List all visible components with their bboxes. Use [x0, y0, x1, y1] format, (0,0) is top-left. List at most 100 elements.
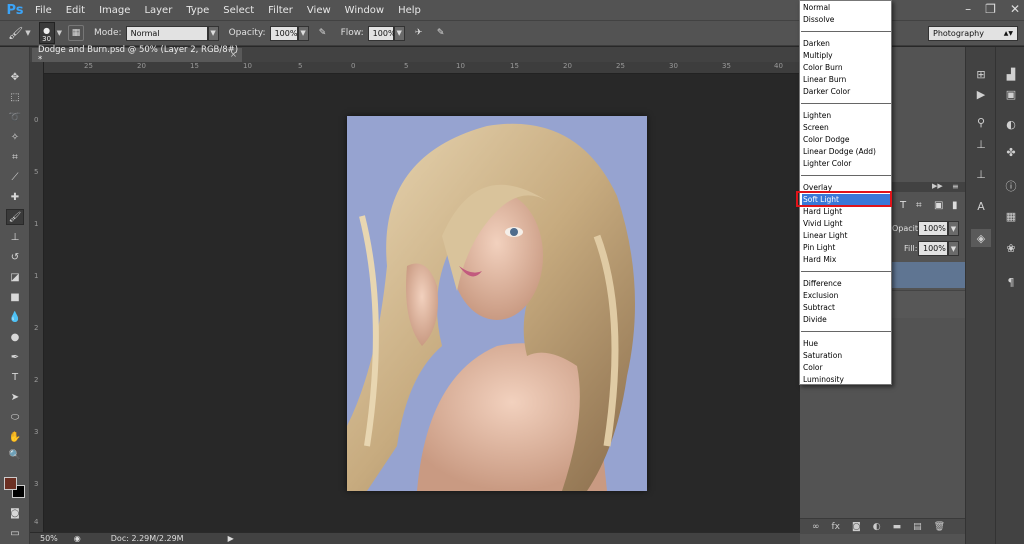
- brush-presets-icon[interactable]: ⚲: [971, 113, 991, 131]
- blend-mode-option[interactable]: Linear Dodge (Add): [802, 146, 890, 158]
- blend-mode-option[interactable]: Normal: [802, 2, 890, 14]
- blend-mode-option[interactable]: Hue: [802, 338, 890, 350]
- blend-mode-option[interactable]: Lighten: [802, 110, 890, 122]
- hand-tool-icon[interactable]: ✋: [6, 429, 24, 445]
- brush-panel-toggle-icon[interactable]: ▦: [68, 25, 85, 41]
- status-share-icon[interactable]: ◉: [74, 534, 81, 543]
- menu-layer[interactable]: Layer: [137, 5, 179, 16]
- menu-window[interactable]: Window: [338, 5, 391, 16]
- quick-select-tool-icon[interactable]: ✧: [6, 129, 24, 145]
- mode-select[interactable]: Normal: [125, 25, 208, 41]
- document-tab-close-icon[interactable]: ×: [230, 50, 237, 60]
- filter-smart-object-icon[interactable]: ▣: [934, 200, 943, 211]
- marquee-tool-icon[interactable]: ⬚: [6, 89, 24, 105]
- blend-mode-option[interactable]: Darken: [802, 38, 890, 50]
- menu-select[interactable]: Select: [216, 5, 261, 16]
- eraser-tool-icon[interactable]: ◪: [6, 269, 24, 285]
- blend-mode-option[interactable]: Lighter Color: [802, 158, 890, 170]
- type-tool-icon[interactable]: T: [6, 369, 24, 385]
- gradient-tool-icon[interactable]: ■: [6, 289, 24, 305]
- clone-stamp-tool-icon[interactable]: ⊥: [6, 229, 24, 245]
- character-panel-icon[interactable]: A: [971, 197, 991, 215]
- menu-view[interactable]: View: [300, 5, 338, 16]
- layer-opacity-arrow-icon[interactable]: ▼: [948, 221, 959, 236]
- workspace-switcher[interactable]: Photography ▲▼: [928, 26, 1018, 41]
- blur-tool-icon[interactable]: 💧: [6, 309, 24, 325]
- tool-presets-icon[interactable]: ⊥: [971, 165, 991, 183]
- menu-type[interactable]: Type: [179, 5, 216, 16]
- blend-mode-option[interactable]: Saturation: [802, 350, 890, 362]
- zoom-level[interactable]: 50%: [40, 534, 58, 543]
- shape-tool-icon[interactable]: ⬭: [6, 409, 24, 425]
- layer-fill-field[interactable]: 100%: [918, 241, 948, 256]
- lasso-tool-icon[interactable]: ➰: [6, 109, 24, 125]
- filter-toggle-icon[interactable]: ▮: [952, 200, 958, 211]
- color-panel-icon[interactable]: ◐: [1001, 115, 1021, 133]
- histogram-panel-icon[interactable]: ▟: [1001, 65, 1021, 83]
- blend-mode-option[interactable]: Linear Burn: [802, 74, 890, 86]
- panel-collapse-icon[interactable]: ▶▶: [932, 182, 943, 190]
- brush-tool-icon[interactable]: 🖌: [8, 26, 23, 40]
- pen-tool-icon[interactable]: ✒: [6, 349, 24, 365]
- layer-style-icon[interactable]: fx: [832, 522, 841, 532]
- move-tool-icon[interactable]: ✥: [6, 69, 24, 85]
- opacity-arrow-icon[interactable]: ▼: [297, 25, 309, 41]
- layer-opacity-field[interactable]: 100%: [918, 221, 948, 236]
- eyedropper-tool-icon[interactable]: ⟋: [6, 169, 24, 185]
- mode-select-arrow-icon[interactable]: ▼: [207, 25, 219, 41]
- pressure-opacity-icon[interactable]: ✎: [315, 25, 331, 41]
- navigator-panel-icon[interactable]: ▣: [1001, 85, 1021, 103]
- blend-mode-option[interactable]: Difference: [802, 278, 890, 290]
- blend-mode-option[interactable]: Hard Light: [802, 206, 890, 218]
- blend-mode-option[interactable]: Divide: [802, 314, 890, 326]
- brush-tool-icon[interactable]: 🖌: [6, 209, 24, 225]
- layer-fill-arrow-icon[interactable]: ▼: [948, 241, 959, 256]
- menu-edit[interactable]: Edit: [59, 5, 92, 16]
- flow-arrow-icon[interactable]: ▼: [393, 25, 405, 41]
- close-window-button[interactable]: ✕: [1010, 2, 1020, 16]
- minimize-button[interactable]: –: [965, 2, 971, 16]
- menu-file[interactable]: File: [28, 5, 59, 16]
- status-menu-arrow-icon[interactable]: ▶: [228, 534, 234, 543]
- foreground-color-swatch[interactable]: [4, 477, 17, 490]
- brush-size-preview[interactable]: ● 30: [38, 22, 55, 44]
- tool-preset-arrow-icon[interactable]: ▼: [25, 29, 30, 37]
- blend-mode-option[interactable]: Screen: [802, 122, 890, 134]
- link-layers-icon[interactable]: ∞: [812, 522, 820, 532]
- blend-mode-option[interactable]: Luminosity: [802, 374, 890, 386]
- add-mask-icon[interactable]: ◙: [852, 522, 861, 532]
- quick-mask-icon[interactable]: ◙: [6, 505, 24, 521]
- blend-mode-option[interactable]: Exclusion: [802, 290, 890, 302]
- opacity-field[interactable]: 100%: [269, 25, 298, 41]
- path-panel-icon[interactable]: ✤: [1001, 143, 1021, 161]
- delete-layer-icon[interactable]: 🗑: [934, 522, 945, 532]
- healing-brush-tool-icon[interactable]: ✚: [6, 189, 24, 205]
- brush-picker-arrow-icon[interactable]: ▼: [57, 29, 62, 37]
- blend-mode-option[interactable]: Dissolve: [802, 14, 890, 26]
- document-image[interactable]: [347, 116, 647, 491]
- new-group-icon[interactable]: ▬: [893, 522, 902, 532]
- dodge-tool-icon[interactable]: ●: [6, 329, 24, 345]
- pressure-size-icon[interactable]: ✎: [433, 25, 449, 41]
- channels-panel-icon[interactable]: ❀: [1001, 239, 1021, 257]
- screen-mode-icon[interactable]: ▭: [6, 525, 24, 541]
- new-layer-icon[interactable]: ▤: [913, 522, 922, 532]
- path-select-tool-icon[interactable]: ➤: [6, 389, 24, 405]
- history-panel-icon[interactable]: ⊞: [971, 65, 991, 83]
- blend-mode-option[interactable]: Vivid Light: [802, 218, 890, 230]
- blend-mode-option[interactable]: Hard Mix: [802, 254, 890, 266]
- menu-image[interactable]: Image: [92, 5, 137, 16]
- crop-tool-icon[interactable]: ⌗: [6, 149, 24, 165]
- airbrush-icon[interactable]: ✈: [411, 25, 427, 41]
- actions-panel-icon[interactable]: ▶: [971, 85, 991, 103]
- history-brush-tool-icon[interactable]: ↺: [6, 249, 24, 265]
- paragraph-panel-icon[interactable]: ¶: [1001, 273, 1021, 291]
- adjustments-panel-icon[interactable]: ▦: [1001, 207, 1021, 225]
- layer-row[interactable]: [890, 290, 965, 318]
- blend-mode-option[interactable]: Color: [802, 362, 890, 374]
- restore-button[interactable]: ❐: [985, 2, 996, 16]
- menu-filter[interactable]: Filter: [261, 5, 300, 16]
- layer-row-selected[interactable]: [890, 262, 965, 288]
- blend-mode-option[interactable]: Color Burn: [802, 62, 890, 74]
- filter-shape-icon[interactable]: ⌗: [916, 200, 922, 211]
